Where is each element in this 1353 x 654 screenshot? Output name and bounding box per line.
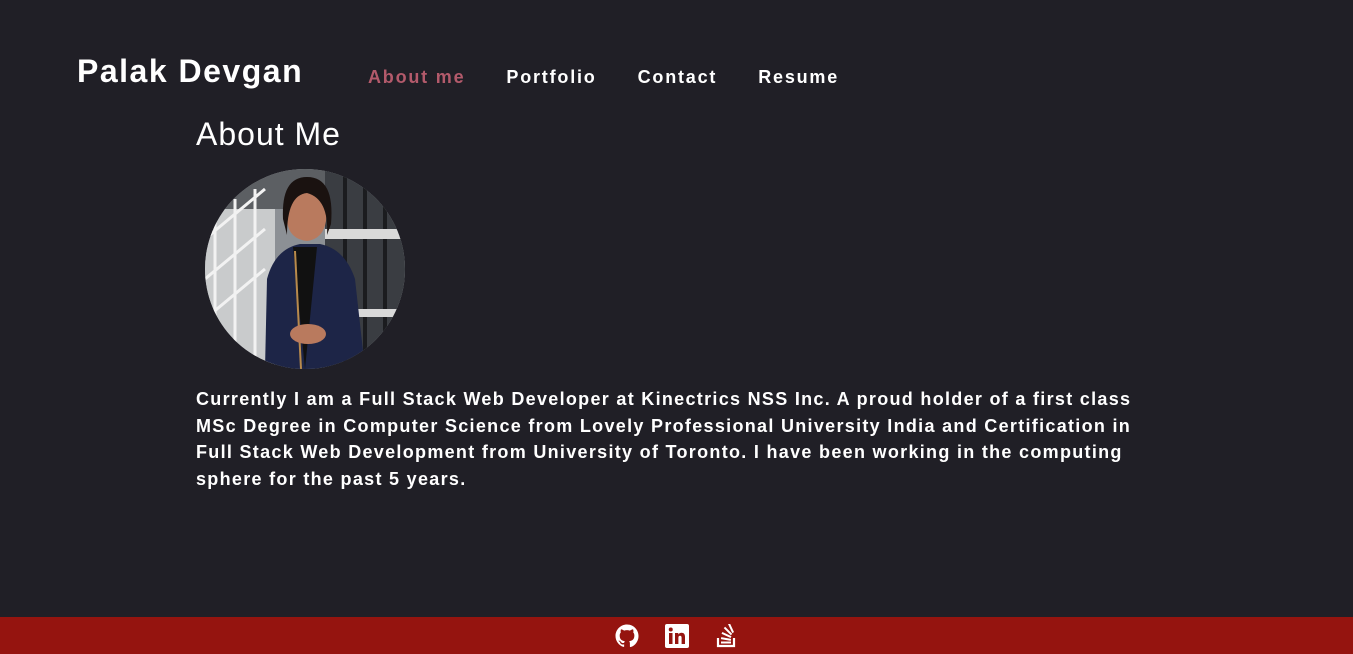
main-nav: About me Portfolio Contact Resume — [368, 66, 839, 88]
footer — [0, 617, 1353, 654]
page: Palak Devgan About me Portfolio Contact … — [0, 0, 1353, 654]
nav-contact[interactable]: Contact — [638, 66, 718, 88]
section-title: About Me — [196, 116, 341, 152]
stackoverflow-icon[interactable] — [714, 623, 739, 648]
bio-text: Currently I am a Full Stack Web Develope… — [196, 389, 1132, 489]
nav-resume[interactable]: Resume — [758, 66, 839, 88]
nav-about-me[interactable]: About me — [368, 66, 465, 88]
profile-photo — [205, 169, 405, 369]
nav-portfolio[interactable]: Portfolio — [506, 66, 596, 88]
site-brand[interactable]: Palak Devgan — [77, 52, 303, 90]
linkedin-icon[interactable] — [664, 623, 689, 648]
github-icon[interactable] — [614, 623, 639, 648]
